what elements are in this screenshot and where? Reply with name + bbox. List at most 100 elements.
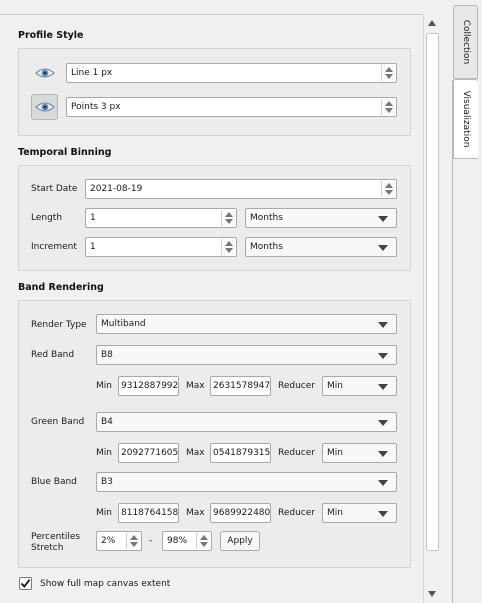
- spin-up-icon[interactable]: [225, 212, 233, 217]
- percentile-high-spinner[interactable]: [196, 533, 210, 549]
- scrollbar-thumb[interactable]: [426, 33, 439, 551]
- spin-down-icon[interactable]: [130, 542, 138, 547]
- spin-up-icon[interactable]: [130, 535, 138, 540]
- percentile-low-input[interactable]: 2%: [96, 531, 142, 551]
- green-min-label: Min: [96, 448, 112, 458]
- green-reducer-label: Reducer: [278, 448, 315, 458]
- apply-button[interactable]: Apply: [220, 531, 260, 551]
- red-reducer-select[interactable]: Min: [322, 376, 397, 396]
- increment-unit-select[interactable]: Months: [245, 237, 397, 257]
- spin-down-icon[interactable]: [225, 248, 233, 253]
- profile-style-title: Profile Style: [18, 30, 84, 41]
- points-style-spinner[interactable]: [381, 99, 395, 115]
- spin-up-icon[interactable]: [225, 241, 233, 246]
- settings-panel: Profile Style Line 1 px Points 3 px Temp…: [0, 14, 422, 603]
- spin-up-icon[interactable]: [200, 535, 208, 540]
- eye-icon: [34, 102, 55, 112]
- vertical-scrollbar[interactable]: [423, 14, 440, 603]
- chevron-down-icon: [378, 216, 388, 222]
- length-spinner[interactable]: [221, 210, 235, 226]
- red-max-input[interactable]: 26315789475: [210, 376, 271, 396]
- spin-down-icon[interactable]: [385, 190, 393, 195]
- red-min-label: Min: [96, 381, 112, 391]
- green-min-value: 20927716055: [121, 448, 179, 458]
- tab-visualization-label: Visualization: [461, 90, 471, 148]
- length-input[interactable]: 1: [85, 208, 237, 228]
- show-extent-label: Show full map canvas extent: [40, 579, 171, 589]
- blue-reducer-value: Min: [327, 508, 343, 518]
- scroll-up-icon[interactable]: [428, 20, 436, 26]
- points-visibility-toggle[interactable]: [31, 94, 58, 120]
- checkmark-icon: [20, 579, 31, 588]
- chevron-down-icon: [378, 420, 388, 426]
- green-min-input[interactable]: 20927716055: [118, 443, 179, 463]
- line-visibility-toggle[interactable]: [31, 60, 58, 86]
- render-type-label: Render Type: [31, 320, 87, 330]
- increment-spinner[interactable]: [221, 239, 235, 255]
- red-min-input[interactable]: 93128879928: [118, 376, 179, 396]
- red-reducer-value: Min: [327, 381, 343, 391]
- eye-icon: [34, 68, 55, 78]
- green-max-label: Max: [186, 448, 205, 458]
- chevron-down-icon: [378, 353, 388, 359]
- red-max-label: Max: [186, 381, 205, 391]
- line-style-value: Line 1 px: [71, 68, 113, 78]
- temporal-binning-title: Temporal Binning: [18, 147, 112, 158]
- green-reducer-select[interactable]: Min: [322, 443, 397, 463]
- green-band-value: B4: [101, 417, 113, 427]
- length-unit-select[interactable]: Months: [245, 208, 397, 228]
- increment-value: 1: [90, 242, 96, 252]
- blue-min-input[interactable]: 81187641582: [118, 503, 179, 523]
- green-max-value: 05418793155: [213, 448, 271, 458]
- length-label: Length: [31, 213, 63, 223]
- percentile-low-value: 2%: [101, 536, 116, 546]
- green-band-label: Green Band: [31, 417, 85, 427]
- start-date-value: 2021-08-19: [90, 184, 143, 194]
- spin-down-icon[interactable]: [385, 108, 393, 113]
- length-value: 1: [90, 213, 96, 223]
- tab-collection-label: Collection: [460, 19, 471, 65]
- spin-up-icon[interactable]: [385, 183, 393, 188]
- chevron-down-icon: [378, 322, 388, 328]
- blue-band-value: B3: [101, 477, 113, 487]
- green-band-select[interactable]: B4: [96, 412, 397, 432]
- red-band-select[interactable]: B8: [96, 345, 397, 365]
- percentiles-label-line2: Stretch: [31, 543, 64, 553]
- start-date-input[interactable]: 2021-08-19: [85, 179, 397, 199]
- chevron-down-icon: [378, 245, 388, 251]
- tab-collection[interactable]: Collection: [453, 5, 478, 79]
- scroll-down-icon[interactable]: [428, 591, 436, 597]
- blue-reducer-select[interactable]: Min: [322, 503, 397, 523]
- line-style-input[interactable]: Line 1 px: [66, 63, 397, 83]
- show-extent-checkbox[interactable]: [19, 577, 32, 590]
- percentiles-label: Percentiles Stretch: [31, 532, 80, 554]
- green-reducer-value: Min: [327, 448, 343, 458]
- percentile-low-spinner[interactable]: [126, 533, 140, 549]
- green-max-input[interactable]: 05418793155: [210, 443, 271, 463]
- percentile-separator: -: [149, 536, 153, 546]
- blue-band-select[interactable]: B3: [96, 472, 397, 492]
- chevron-down-icon: [378, 384, 388, 390]
- increment-input[interactable]: 1: [85, 237, 237, 257]
- percentiles-label-line1: Percentiles: [31, 532, 81, 542]
- start-date-spinner[interactable]: [381, 181, 395, 197]
- increment-unit-value: Months: [250, 242, 283, 252]
- blue-min-value: 81187641582: [121, 508, 179, 518]
- render-type-value: Multiband: [101, 319, 146, 329]
- spin-down-icon[interactable]: [385, 74, 393, 79]
- points-style-input[interactable]: Points 3 px: [66, 97, 397, 117]
- red-band-label: Red Band: [31, 350, 75, 360]
- spin-up-icon[interactable]: [385, 101, 393, 106]
- spin-up-icon[interactable]: [385, 67, 393, 72]
- percentile-high-input[interactable]: 98%: [162, 531, 212, 551]
- increment-label: Increment: [31, 242, 77, 252]
- spin-down-icon[interactable]: [225, 219, 233, 224]
- chevron-down-icon: [378, 511, 388, 517]
- blue-max-input[interactable]: 96899224807: [210, 503, 271, 523]
- line-style-spinner[interactable]: [381, 65, 395, 81]
- tab-visualization[interactable]: Visualization: [453, 79, 478, 159]
- blue-band-label: Blue Band: [31, 477, 77, 487]
- red-max-value: 26315789475: [213, 381, 271, 391]
- spin-down-icon[interactable]: [200, 542, 208, 547]
- render-type-select[interactable]: Multiband: [96, 314, 397, 334]
